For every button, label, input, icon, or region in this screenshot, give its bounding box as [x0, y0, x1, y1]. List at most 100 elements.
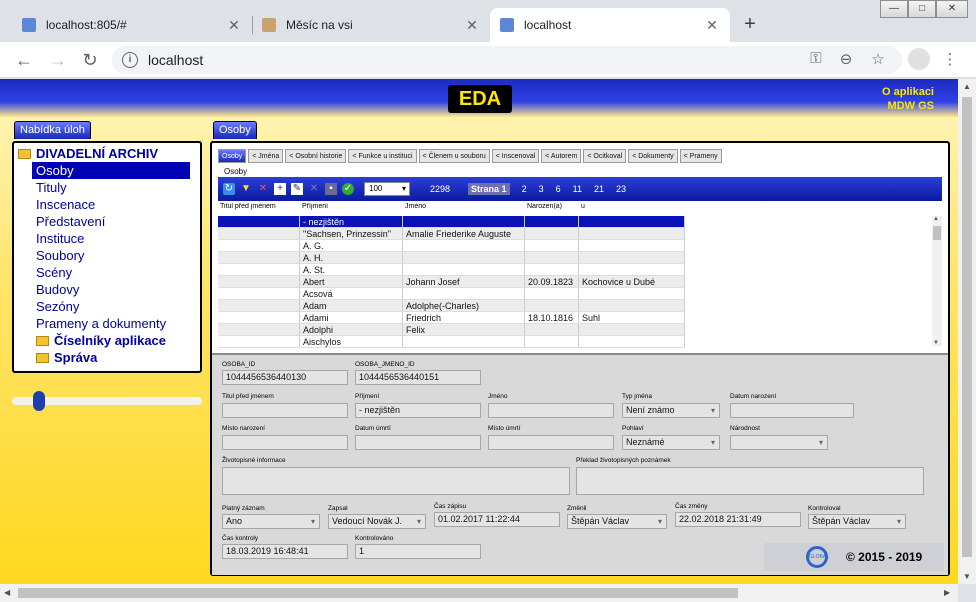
column-header[interactable]: Jméno — [403, 203, 525, 215]
scroll-thumb[interactable] — [933, 226, 941, 240]
tree-folder-sprava[interactable]: Správa — [14, 349, 200, 366]
table-row[interactable]: Adami Friedrich 18.10.1816 Suhl — [218, 312, 685, 324]
table-row[interactable]: Abert Johann Josef 20.09.1823 Kochovice u D… — [218, 276, 685, 288]
table-row[interactable]: Aischylos — [218, 336, 685, 348]
delete-filter-icon[interactable]: ✕ — [257, 183, 269, 195]
scroll-thumb[interactable] — [18, 588, 738, 598]
key-icon[interactable]: ⚿ — [806, 50, 826, 67]
confirm-icon[interactable]: ✓ — [342, 183, 354, 195]
cas-kontroly-field[interactable]: 18.03.2019 16:48:41 — [222, 544, 348, 559]
table-row[interactable]: Acsová — [218, 288, 685, 300]
edit-icon[interactable]: ✎ — [291, 183, 303, 195]
profile-avatar-icon[interactable] — [908, 48, 930, 70]
task-menu-tab[interactable]: Nabídka úloh — [14, 121, 91, 139]
zoom-icon[interactable]: ⊖ — [836, 50, 856, 68]
subtab-jmena[interactable]: < Jména — [248, 149, 284, 163]
scroll-up-icon[interactable]: ▲ — [963, 82, 971, 91]
info-icon[interactable]: i — [122, 52, 138, 68]
subtab-clenem[interactable]: < Členem u souboru — [418, 149, 490, 163]
table-row[interactable]: - nezjištěn — [218, 216, 685, 228]
filter-icon[interactable]: ▼ — [240, 183, 252, 195]
reload-icon[interactable]: ↻ — [78, 48, 102, 72]
subtab-ocitkoval[interactable]: < Ocitkoval — [583, 149, 627, 163]
browser-tab-2[interactable]: Měsíc na vsi ✕ — [252, 8, 490, 42]
datum-umrti-field[interactable] — [355, 435, 481, 450]
close-icon[interactable]: ✕ — [704, 17, 720, 34]
tree-item-instituce[interactable]: Instituce — [14, 230, 190, 247]
page-link[interactable]: 6 — [556, 184, 561, 194]
tree-folder-ciselniky[interactable]: Číselníky aplikace — [14, 332, 200, 349]
tree-item-tituly[interactable]: Tituly — [14, 179, 190, 196]
scroll-thumb[interactable] — [962, 97, 972, 557]
address-url[interactable]: localhost — [148, 52, 203, 68]
page-link[interactable]: 21 — [594, 184, 604, 194]
narodnost-select[interactable] — [730, 435, 828, 450]
address-bar[interactable]: i localhost — [112, 46, 902, 74]
scroll-right-icon[interactable]: ▶ — [944, 588, 950, 597]
zoom-slider-thumb[interactable] — [33, 391, 46, 411]
subtab-dokumenty[interactable]: < Dokumenty — [628, 149, 678, 163]
tree-item-prameny[interactable]: Prameny a dokumenty — [14, 315, 190, 332]
subtab-inscenoval[interactable]: < Inscenoval — [491, 149, 540, 163]
about-label[interactable]: O aplikaci — [882, 85, 934, 99]
minimize-button[interactable]: — — [880, 0, 908, 18]
subtab-autorem[interactable]: < Autorem — [541, 149, 582, 163]
scroll-down-icon[interactable]: ▼ — [963, 572, 971, 581]
star-icon[interactable]: ☆ — [868, 50, 888, 68]
tree-item-predstaveni[interactable]: Představení — [14, 213, 190, 230]
osoba-jmeno-id-field[interactable]: 1044456536440151 — [355, 370, 481, 385]
osoba-id-field[interactable]: 1044456536440130 — [222, 370, 348, 385]
new-tab-button[interactable]: + — [738, 13, 762, 37]
jmeno-field[interactable] — [488, 403, 614, 418]
column-header[interactable]: u — [579, 203, 685, 215]
column-header[interactable]: Narozen(a) — [525, 203, 579, 215]
subtab-prameny[interactable]: < Prameny — [679, 149, 722, 163]
kontrolovano-field[interactable]: 1 — [355, 544, 481, 559]
page-link[interactable]: 2 — [522, 184, 527, 194]
scroll-left-icon[interactable]: ◀ — [4, 588, 10, 597]
table-row[interactable]: Adolphi Felix — [218, 324, 685, 336]
close-window-button[interactable]: ✕ — [936, 0, 968, 18]
tree-item-budovy[interactable]: Budovy — [14, 281, 190, 298]
refresh-icon[interactable]: ↻ — [223, 183, 235, 195]
tree-root[interactable]: DIVADELNÍ ARCHIV — [14, 145, 200, 162]
page-vertical-scrollbar[interactable]: ▲ ▼ — [958, 79, 976, 584]
browser-tab-1[interactable]: localhost:805/# ✕ — [12, 8, 252, 42]
misto-umrti-field[interactable] — [488, 435, 614, 450]
datum-narozeni-field[interactable] — [730, 403, 854, 418]
table-row[interactable]: A. H. — [218, 252, 685, 264]
about-link[interactable]: O aplikaci MDW GS — [882, 85, 934, 113]
misto-narozeni-field[interactable] — [222, 435, 348, 450]
table-row[interactable]: A. G. — [218, 240, 685, 252]
tree-item-inscenace[interactable]: Inscenace — [14, 196, 190, 213]
pohlavi-select[interactable]: Neznámé — [622, 435, 720, 450]
cas-zmeny-field[interactable]: 22.02.2018 21:31:49 — [675, 512, 801, 527]
column-header[interactable]: Příjmení — [300, 203, 403, 215]
table-row[interactable]: Adam Adolphe(-Charles) — [218, 300, 685, 312]
page-link[interactable]: 3 — [539, 184, 544, 194]
typ-jmena-select[interactable]: Není známo — [622, 403, 720, 418]
tree-item-sezony[interactable]: Sezóny — [14, 298, 190, 315]
subtab-funkce[interactable]: < Funkce u instituci — [348, 149, 417, 163]
scroll-up-icon[interactable]: ▲ — [933, 216, 939, 222]
menu-dots-icon[interactable]: ⋮ — [940, 50, 960, 68]
close-icon[interactable]: ✕ — [464, 17, 480, 34]
maximize-button[interactable]: □ — [908, 0, 936, 18]
grid-scrollbar[interactable]: ▲ ▼ — [932, 216, 942, 346]
tree-item-sceny[interactable]: Scény — [14, 264, 190, 281]
zapsal-select[interactable]: Vedoucí Novák J. — [328, 514, 426, 529]
table-row[interactable]: A. St. — [218, 264, 685, 276]
column-header[interactable]: Titul před jménem — [218, 203, 300, 215]
titul-field[interactable] — [222, 403, 348, 418]
table-row[interactable]: "Sachsen, Prinzessin" Amalie Friederike A… — [218, 228, 685, 240]
save-icon[interactable]: ▪ — [325, 183, 337, 195]
prijmeni-field[interactable]: - nezjištěn — [355, 403, 481, 418]
platny-select[interactable]: Ano — [222, 514, 320, 529]
page-link[interactable]: 23 — [616, 184, 626, 194]
page-size-select[interactable]: 100 — [364, 182, 410, 196]
kontroloval-select[interactable]: Štěpán Václav — [808, 514, 906, 529]
back-arrow-icon[interactable]: ← — [12, 48, 36, 72]
tree-item-soubory[interactable]: Soubory — [14, 247, 190, 264]
scroll-down-icon[interactable]: ▼ — [933, 340, 939, 346]
browser-tab-3-active[interactable]: localhost ✕ — [490, 8, 730, 42]
